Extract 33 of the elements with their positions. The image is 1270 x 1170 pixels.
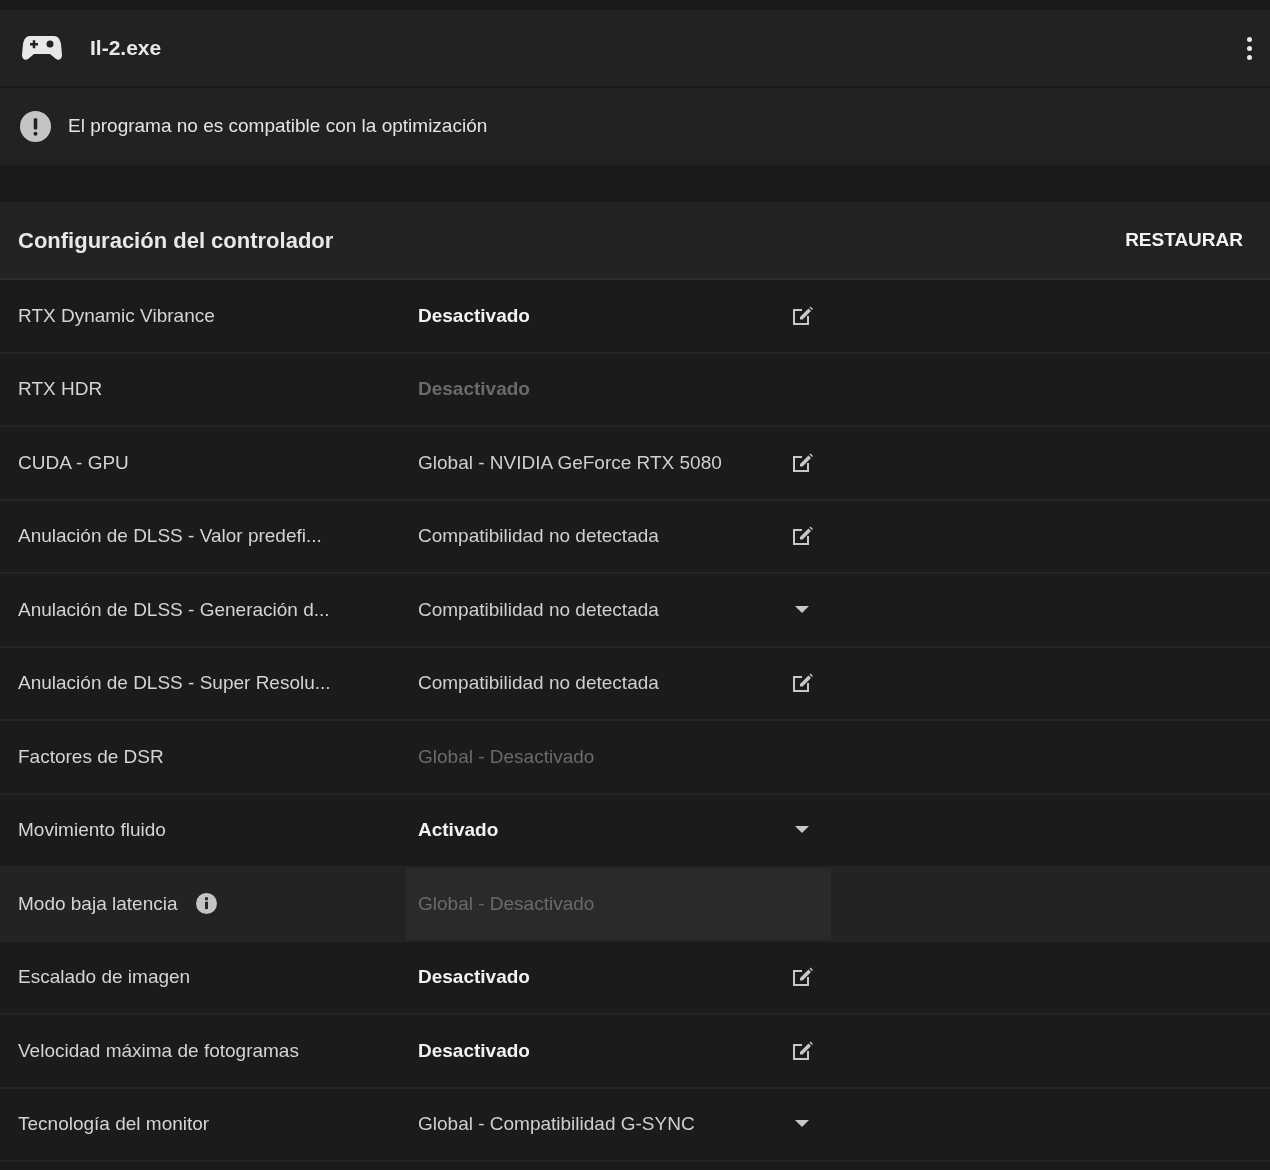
setting-value: Compatibilidad no detectada <box>418 671 659 695</box>
gamepad-icon <box>22 34 62 62</box>
setting-value: Desactivado <box>418 965 530 989</box>
setting-label: Tecnología del monitor <box>18 1112 210 1136</box>
setting-value: Global - Compatibilidad G-SYNC <box>418 1112 695 1136</box>
section-title: Configuración del controlador <box>18 226 334 255</box>
setting-label: RTX Dynamic Vibrance <box>18 303 215 328</box>
setting-label: Anulación de DLSS - Super Resolu... <box>18 671 331 695</box>
setting-value: Compatibilidad no detectada <box>418 597 659 622</box>
setting-label: Velocidad máxima de fotogramas <box>18 1038 299 1063</box>
setting-label: Modo baja latencia <box>18 891 178 916</box>
setting-value: Global - NVIDIA GeForce RTX 5080 <box>418 450 722 475</box>
setting-label: Anulación de DLSS - Generación d... <box>18 597 330 622</box>
setting-label: RTX HDR <box>18 377 103 401</box>
setting-value: Desactivado <box>418 1038 530 1063</box>
setting-value: Compatibilidad no detectada <box>418 524 659 548</box>
setting-value: Activado <box>418 818 499 842</box>
caret-icon <box>795 826 809 835</box>
setting-value: Global - Desactivado <box>418 891 595 916</box>
setting-label: Movimiento fluido <box>18 818 166 842</box>
caret-icon <box>795 1120 809 1129</box>
setting-label: CUDA - GPU <box>18 450 129 475</box>
setting-value: Desactivado <box>418 303 530 328</box>
warning-icon <box>20 111 51 142</box>
notice-text: El programa no es compatible con la optimización <box>68 114 488 139</box>
setting-label: Factores de DSR <box>18 744 164 769</box>
caret-icon <box>795 605 809 614</box>
setting-value: Desactivado <box>418 377 530 401</box>
restore-button[interactable]: RESTAURAR <box>1125 225 1243 255</box>
setting-value: Global - Desactivado <box>418 744 595 769</box>
setting-label: Escalado de imagen <box>18 965 191 989</box>
setting-label: Anulación de DLSS - Valor predefi... <box>18 524 322 548</box>
app-title: Il-2.exe <box>90 35 162 62</box>
